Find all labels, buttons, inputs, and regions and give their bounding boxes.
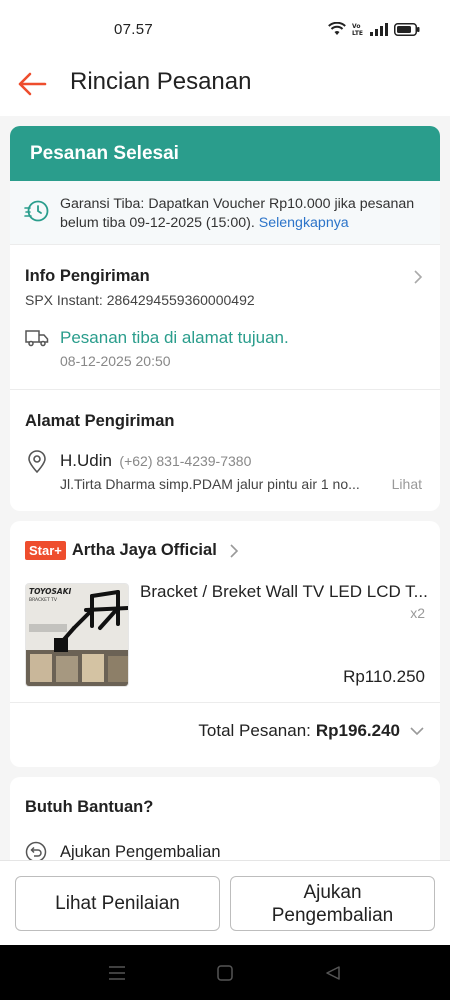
order-total-value: Rp196.240 [315, 721, 400, 740]
status-time: 07.57 [114, 21, 154, 38]
address-title: Alamat Pengiriman [25, 412, 175, 430]
system-nav-bar [0, 945, 450, 1000]
status-bar: 07.57 Vo LTE [0, 0, 450, 58]
delivery-guarantee[interactable]: Garansi Tiba: Dapatkan Voucher Rp10.000 … [10, 181, 440, 245]
bottom-action-bar: Lihat Penilaian Ajukan Pengembalian [0, 860, 450, 945]
address-see-more-link[interactable]: Lihat [392, 476, 422, 492]
wifi-icon [328, 22, 346, 35]
guarantee-details-link[interactable]: Selengkapnya [259, 215, 349, 231]
signal-icon [370, 22, 388, 36]
shipping-courier: SPX Instant: 2864294559360000492 [25, 292, 255, 308]
truck-icon [25, 330, 49, 347]
volte-icon: Vo LTE [352, 23, 363, 36]
menu-icon[interactable] [108, 965, 126, 981]
star-plus-badge: Star+ [25, 541, 66, 560]
shipping-status-time: 08-12-2025 20:50 [60, 353, 171, 369]
help-title: Butuh Bantuan? [25, 798, 154, 816]
product-image: TOYOSAKI BRACKET TV [26, 584, 128, 686]
product-thumbnail[interactable]: TOYOSAKI BRACKET TV [25, 583, 129, 687]
guarantee-text: Garansi Tiba: Dapatkan Voucher Rp10.000 … [60, 195, 430, 232]
divider [10, 702, 440, 703]
guarantee-clock-icon [24, 200, 49, 222]
shop-name: Artha Jaya Official [71, 541, 217, 559]
order-total-row[interactable]: Total Pesanan: Rp196.240 [198, 721, 425, 741]
shipping-info-title: Info Pengiriman [25, 267, 150, 285]
chevron-right-icon [414, 270, 423, 284]
thumb-brand: TOYOSAKI [29, 587, 72, 596]
address-detail: Jl.Tirta Dharma simp.PDAM jalur pintu ai… [60, 476, 360, 492]
recipient-line: H.Udin (+62) 831-4239-7380 [60, 451, 251, 471]
order-total-label: Total Pesanan: [198, 721, 311, 740]
chevron-down-icon [410, 727, 424, 736]
back-nav-icon[interactable] [325, 965, 341, 981]
back-arrow-icon [18, 72, 47, 96]
battery-icon [394, 22, 420, 36]
shipping-address-section: Alamat Pengiriman H.Udin (+62) 831-4239-… [10, 390, 440, 510]
guarantee-message: Garansi Tiba: Dapatkan Voucher Rp10.000 … [60, 196, 415, 231]
request-return-button[interactable]: Ajukan Pengembalian [230, 876, 435, 931]
shop-header[interactable]: Star+ Artha Jaya Official [25, 541, 239, 560]
app-header: Rincian Pesanan [0, 58, 450, 116]
order-status-banner: Pesanan Selesai [10, 126, 440, 181]
product-price: Rp110.250 [343, 667, 425, 686]
chevron-right-icon [230, 543, 238, 558]
home-icon[interactable] [217, 965, 233, 981]
svg-text:Vo: Vo [352, 23, 360, 30]
return-request-label: Ajukan Pengembalian [60, 842, 221, 861]
back-button[interactable] [14, 66, 50, 102]
status-icons: Vo LTE [328, 22, 420, 36]
svg-text:LTE: LTE [352, 30, 363, 36]
shop-order-card: Star+ Artha Jaya Official TOYOSAKI BRACK… [10, 521, 440, 767]
product-name[interactable]: Bracket / Breket Wall TV LED LCD T... [140, 582, 430, 602]
recipient-name: H.Udin [60, 451, 112, 470]
recipient-phone: (+62) 831-4239-7380 [119, 453, 252, 469]
location-pin-icon [28, 450, 46, 474]
shipping-info-section[interactable]: Info Pengiriman SPX Instant: 28642945593… [10, 245, 440, 389]
page-title: Rincian Pesanan [70, 68, 252, 95]
thumb-sub: BRACKET TV [29, 597, 58, 603]
view-review-button[interactable]: Lihat Penilaian [15, 876, 220, 931]
product-quantity: x2 [410, 605, 425, 621]
shipping-status: Pesanan tiba di alamat tujuan. [60, 328, 289, 347]
order-status-card: Pesanan Selesai Garansi Tiba: Dapatkan V… [10, 126, 440, 511]
